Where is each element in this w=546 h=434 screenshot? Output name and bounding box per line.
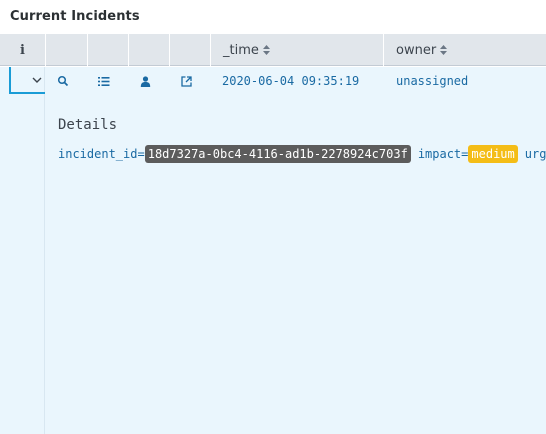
owner-header-label: owner [396,42,437,58]
incidents-table: i _time owner 2020-06-04 09:35:19 unassi… [0,34,546,434]
time-header-label: _time [223,42,259,58]
user-icon[interactable] [138,74,152,88]
search-icon[interactable] [56,74,70,88]
external-link-icon[interactable] [179,74,193,88]
action-column-header-1 [46,34,88,66]
time-column-header[interactable]: _time [211,34,384,66]
action-column-header-3 [129,34,170,66]
field-separator: = [461,147,469,161]
field-key-impact[interactable]: impact [418,147,461,161]
owner-cell[interactable]: unassigned [396,74,468,88]
action-column-header-4 [170,34,211,66]
info-icon: i [20,42,25,58]
field-key-incident-id[interactable]: incident_id [58,147,137,161]
info-column-header[interactable]: i [0,34,46,66]
panel-title: Current Incidents [10,9,140,24]
field-value-incident-id[interactable]: 18d7327a-0bc4-4116-ad1b-2278924c703f [144,145,411,163]
sort-icon [440,45,448,55]
chevron-down-icon [32,71,42,89]
row-left-strip [0,67,45,434]
field-key-urgency[interactable]: urgenc [525,147,546,161]
time-cell[interactable]: 2020-06-04 09:35:19 [222,74,359,88]
details-title: Details [58,117,118,133]
field-separator: = [137,147,145,161]
field-value-impact[interactable]: medium [468,145,518,163]
owner-column-header[interactable]: owner [384,34,546,66]
table-row: 2020-06-04 09:35:19 unassigned Details i… [0,67,546,434]
row-expand-toggle[interactable] [9,67,45,94]
table-header: i _time owner [0,34,546,66]
list-icon[interactable] [97,74,111,88]
action-column-header-2 [88,34,129,66]
sort-icon [262,45,270,55]
details-fields: incident_id = 18d7327a-0bc4-4116-ad1b-2278… [58,145,546,163]
